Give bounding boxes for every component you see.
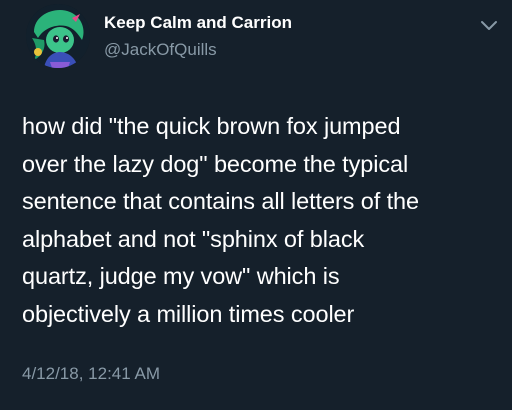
chevron-down-icon[interactable] bbox=[480, 20, 498, 32]
tweet-timestamp[interactable]: 4/12/18, 12:41 AM bbox=[22, 364, 160, 384]
tweet-text-line: how did "the quick brown fox jumped bbox=[22, 113, 401, 139]
avatar-icon bbox=[26, 4, 90, 68]
tweet-text-line: sentence that contains all letters of th… bbox=[22, 188, 419, 214]
tweet-text: how did "the quick brown fox jumped over… bbox=[22, 108, 508, 333]
tweet-text-line: alphabet and not "sphinx of black bbox=[22, 225, 365, 252]
tweet-text-line: quartz, judge my vow" which is bbox=[22, 263, 340, 289]
author-display-name[interactable]: Keep Calm and Carrion bbox=[104, 13, 292, 33]
tweet-text-line: objectively a million times cooler bbox=[22, 300, 355, 327]
tweet-card: Keep Calm and Carrion @JackOfQuills how … bbox=[0, 0, 512, 410]
avatar[interactable] bbox=[26, 4, 90, 68]
author-handle[interactable]: @JackOfQuills bbox=[104, 40, 217, 60]
tweet-text-line: over the lazy dog" become the typical bbox=[22, 150, 409, 177]
